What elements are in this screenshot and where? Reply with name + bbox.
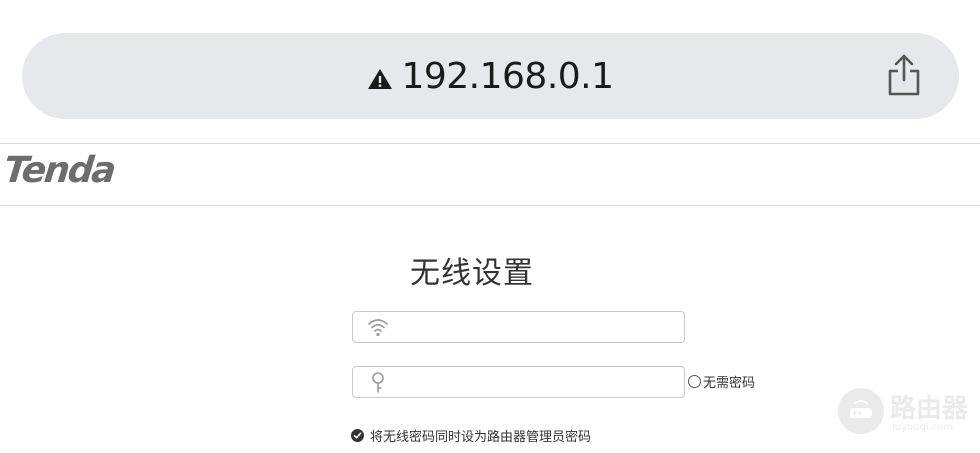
watermark-url: luyouqi.com xyxy=(892,422,954,433)
sync-admin-password-label[interactable]: 将无线密码同时设为路由器管理员密码 xyxy=(370,426,591,445)
warning-triangle-icon xyxy=(368,69,393,89)
checkmark-icon xyxy=(353,432,362,439)
password-field[interactable] xyxy=(352,366,685,398)
ssid-input[interactable] xyxy=(401,315,671,339)
share-icon[interactable] xyxy=(885,53,923,97)
url-text[interactable]: 192.168.0.1 xyxy=(401,56,614,97)
header-divider-bottom xyxy=(0,205,980,206)
no-password-checkbox[interactable] xyxy=(688,375,701,388)
ssid-field[interactable] xyxy=(352,311,685,343)
header-divider-top xyxy=(0,143,980,144)
key-icon xyxy=(372,372,384,393)
watermark-name: 路由器 xyxy=(890,394,969,424)
sync-admin-password-option[interactable]: 将无线密码同时设为路由器管理员密码 xyxy=(351,426,591,445)
no-password-label[interactable]: 无需密码 xyxy=(703,372,755,391)
watermark: 路由器 luyouqi.com xyxy=(838,384,978,444)
page: 192.168.0.1 Tenda 无线设置 无需密码 将无线密码同时设为路由器… xyxy=(0,0,980,453)
url-wrap: 192.168.0.1 xyxy=(22,33,959,119)
tenda-logo: Tenda xyxy=(1,150,117,191)
address-bar[interactable]: 192.168.0.1 xyxy=(22,33,959,119)
watermark-router-icon xyxy=(838,388,884,434)
sync-admin-password-checkbox[interactable] xyxy=(351,429,364,442)
page-title: 无线设置 xyxy=(410,256,534,291)
wifi-icon xyxy=(368,319,388,337)
no-password-option[interactable]: 无需密码 xyxy=(688,372,755,391)
password-input[interactable] xyxy=(401,370,671,394)
